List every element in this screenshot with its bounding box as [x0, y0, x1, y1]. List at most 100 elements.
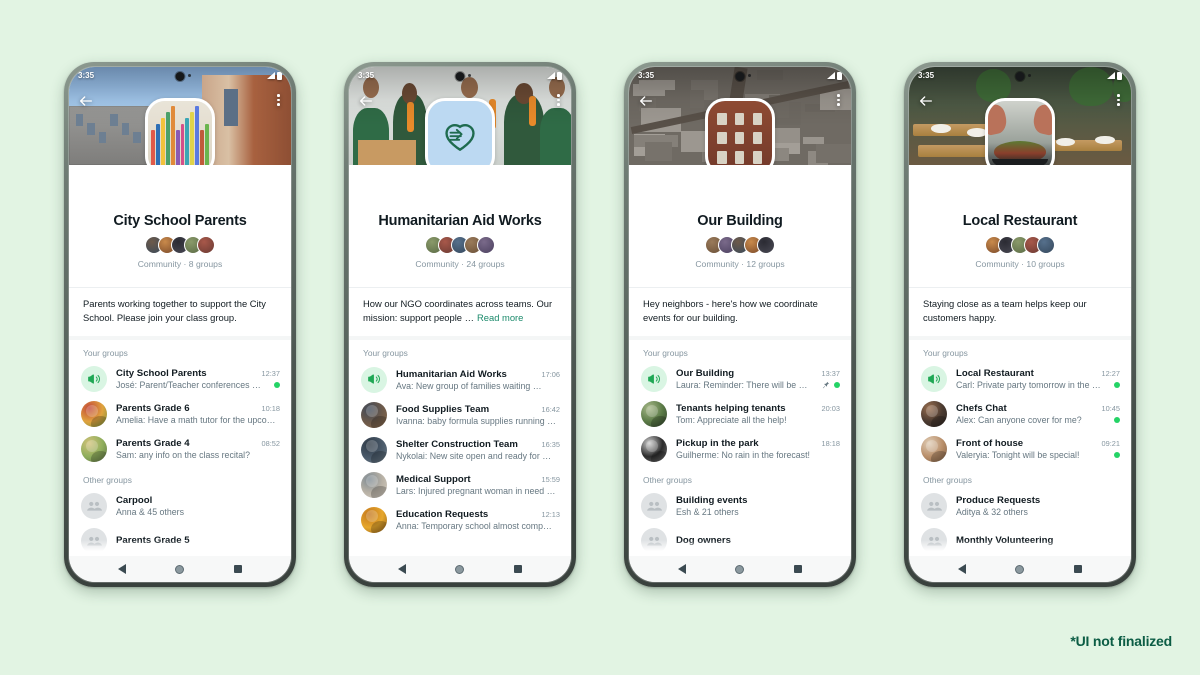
- avatar-highlight: [85, 440, 98, 453]
- group-list-item[interactable]: Produce Requests Aditya & 32 others: [909, 489, 1131, 524]
- building-window: [734, 131, 745, 145]
- group-list-item[interactable]: Chefs Chat 10:45 Alex: Can anyone cover fo…: [909, 397, 1131, 432]
- group-timestamp: 17:06: [541, 369, 561, 379]
- nav-home-button[interactable]: [455, 564, 465, 574]
- group-item-body: Humanitarian Aid Works 17:06 Ava: New grou…: [396, 369, 560, 391]
- avatar-highlight: [85, 405, 98, 418]
- community-avatar: [145, 98, 215, 165]
- group-list-item[interactable]: Education Requests 12:13 Anna: Temporary s…: [349, 502, 571, 537]
- signal-icon: [547, 72, 555, 79]
- group-list-item[interactable]: Humanitarian Aid Works 17:06 Ava: New grou…: [349, 362, 571, 397]
- read-more-link[interactable]: Read more: [477, 312, 523, 323]
- avatar-highlight: [645, 440, 658, 453]
- group-last-message: Tom: Appreciate all the help!: [676, 415, 787, 426]
- placeholder-group-icon: [641, 528, 667, 555]
- group-list-item[interactable]: Front of house 09:21 Valeryia: Tonight wil…: [909, 432, 1131, 467]
- group-list-item[interactable]: Tenants helping tenants 20:03 Tom: Appreci…: [629, 397, 851, 432]
- avatar-highlight: [365, 475, 378, 488]
- menu-dot: [837, 94, 840, 97]
- megaphone-glyph: [88, 374, 100, 385]
- status-clock: 3:35: [358, 71, 375, 80]
- group-item-top: Tenants helping tenants 20:03: [676, 403, 840, 414]
- android-navigation-bar: [69, 556, 291, 582]
- group-item-body: Parents Grade 4 08:52 Sam: any info on the…: [116, 438, 280, 460]
- group-last-message: Aditya & 32 others: [956, 507, 1028, 518]
- book-spine: [200, 130, 205, 165]
- community-info: Humanitarian Aid Works Community · 24 gro…: [349, 165, 571, 279]
- menu-dot: [277, 98, 280, 102]
- nav-back-button[interactable]: [957, 564, 966, 574]
- avatar-shadow: [371, 451, 387, 463]
- back-arrow-icon[interactable]: [358, 93, 374, 109]
- group-list-item[interactable]: Shelter Construction Team 16:35 Nykolai: N…: [349, 432, 571, 467]
- phone-mockup-4: 3:35 Local Restaurant Community · 10 group…: [904, 62, 1136, 587]
- group-item-bottom: Ava: New group of families waiting …: [396, 381, 560, 391]
- group-item-body: Our Building 13:37 Laura: Reminder: There …: [676, 368, 840, 390]
- group-list-item[interactable]: Our Building 13:37 Laura: Reminder: There …: [629, 362, 851, 397]
- member-avatar: [197, 236, 215, 254]
- nav-home-button[interactable]: [735, 564, 745, 574]
- group-timestamp: 12:27: [1101, 369, 1121, 379]
- group-list-item[interactable]: Local Restaurant 12:27 Carl: Private party…: [909, 362, 1131, 397]
- nav-recents-button[interactable]: [514, 565, 523, 573]
- group-item-body: Tenants helping tenants 20:03 Tom: Appreci…: [676, 403, 840, 425]
- phone-screen: 3:35 Humanitarian Aid Works Community · 24…: [349, 67, 571, 582]
- group-name: Building events: [676, 495, 748, 507]
- nav-recents-button[interactable]: [1074, 565, 1083, 573]
- building-window: [716, 112, 727, 125]
- community-cover-header: 3:35: [349, 67, 571, 165]
- group-list-item[interactable]: Pickup in the park 18:18 Guilherme: No rai…: [629, 432, 851, 467]
- group-list-item[interactable]: Building events Esh & 21 others: [629, 489, 851, 524]
- overflow-menu-button[interactable]: [557, 94, 560, 106]
- group-list-item[interactable]: Monthly Volunteering: [909, 524, 1131, 556]
- nav-back-button[interactable]: [397, 564, 406, 574]
- overflow-menu-button[interactable]: [277, 94, 280, 106]
- status-clock: 3:35: [638, 71, 655, 80]
- group-name: Monthly Volunteering: [956, 535, 1054, 547]
- group-list-item[interactable]: City School Parents 12:37 José: Parent/Tea…: [69, 362, 291, 397]
- overflow-menu-button[interactable]: [837, 94, 840, 106]
- group-photo-avatar: [921, 436, 947, 463]
- member-avatars: [629, 236, 851, 254]
- description-text: Staying close as a team helps keep our c…: [923, 297, 1087, 323]
- group-list-item[interactable]: Dog owners: [629, 524, 851, 556]
- group-last-message: Alex: Can anyone cover for me?: [956, 415, 1082, 426]
- group-list-item[interactable]: Parents Grade 5: [69, 524, 291, 556]
- group-name: City School Parents: [116, 368, 207, 380]
- nav-recents-button[interactable]: [234, 565, 243, 573]
- placeholder-group-icon: [921, 493, 947, 520]
- nav-recents-button[interactable]: [794, 565, 803, 573]
- nav-back-button[interactable]: [677, 564, 686, 574]
- overflow-menu-button[interactable]: [1117, 94, 1120, 106]
- menu-dot: [837, 103, 840, 106]
- back-arrow-icon[interactable]: [78, 93, 94, 109]
- member-avatar: [1037, 236, 1055, 254]
- avatar-shadow: [371, 416, 387, 428]
- group-item-body: City School Parents 12:37 José: Parent/Tea…: [116, 368, 280, 390]
- group-list-item[interactable]: Parents Grade 6 10:18 Amelia: Have a math …: [69, 397, 291, 432]
- group-photo-avatar: [641, 436, 667, 463]
- community-description: Parents working together to support the …: [69, 287, 291, 336]
- back-arrow-icon[interactable]: [638, 93, 654, 109]
- back-arrow-icon[interactable]: [918, 93, 934, 109]
- group-list-item[interactable]: Carpool Anna & 45 others: [69, 489, 291, 524]
- group-list-item[interactable]: Medical Support 15:59 Lars: Injured pregna…: [349, 467, 571, 502]
- community-description: How our NGO coordinates across teams. Ou…: [349, 288, 571, 336]
- community-title: Local Restaurant: [962, 213, 1078, 229]
- disclaimer-caption: *UI not finalized: [1070, 633, 1172, 649]
- member-avatars: [909, 236, 1131, 254]
- nav-back-button[interactable]: [117, 564, 126, 574]
- nav-home-button[interactable]: [175, 564, 185, 574]
- group-last-message: Sam: any info on the class recital?: [116, 450, 250, 461]
- group-last-message: Nykolai: New site open and ready for …: [396, 450, 551, 461]
- groups-section-header: Other groups: [643, 474, 692, 485]
- group-item-bottom: Carl: Private party tomorrow in the …: [956, 380, 1120, 390]
- plated-dish-art: [988, 101, 1052, 165]
- group-list-item[interactable]: Parents Grade 4 08:52 Sam: any info on the…: [69, 432, 291, 467]
- group-name: Parents Grade 5: [116, 535, 190, 547]
- book-spine: [151, 130, 155, 165]
- group-item-bottom: Guilherme: No rain in the forecast!: [676, 450, 840, 460]
- avatar-highlight: [365, 405, 378, 418]
- group-list-item[interactable]: Food Supplies Team 16:42 Ivanna: baby form…: [349, 397, 571, 432]
- nav-home-button[interactable]: [1015, 564, 1025, 574]
